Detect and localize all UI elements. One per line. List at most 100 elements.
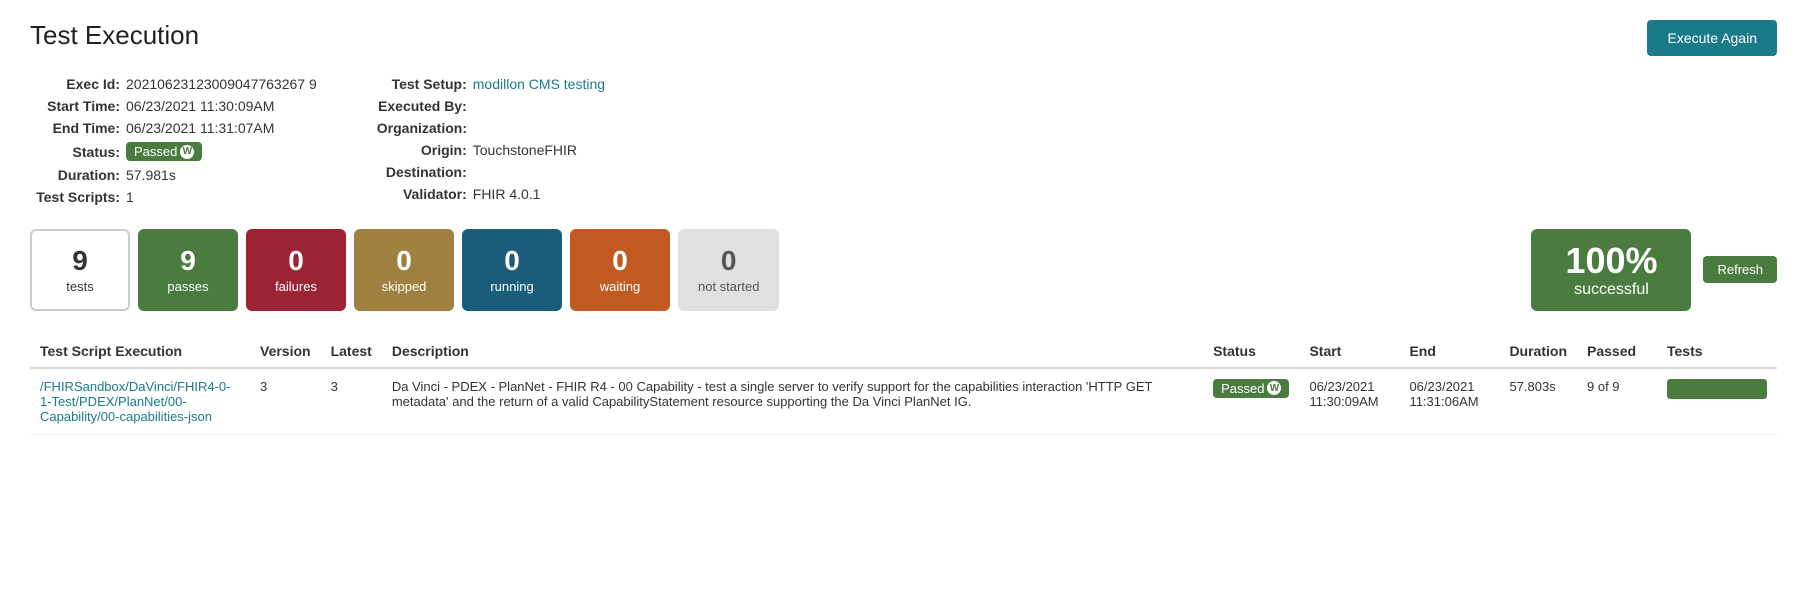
not-started-number: 0 (721, 246, 737, 277)
table-row: /FHIRSandbox/DaVinci/FHIR4-0-1-Test/PDEX… (30, 368, 1777, 435)
meta-col-right: Test Setup: modillon CMS testing Execute… (377, 76, 605, 205)
refresh-button[interactable]: Refresh (1703, 256, 1777, 283)
stat-not-started: 0 not started (678, 229, 779, 311)
table-section: Test Script Execution Version Latest Des… (30, 335, 1777, 435)
executed-by-row: Executed By: (377, 98, 605, 114)
test-scripts-row: Test Scripts: 1 (30, 189, 317, 205)
skipped-label: skipped (382, 279, 427, 294)
failures-number: 0 (288, 246, 304, 277)
origin-label: Origin: (377, 142, 467, 158)
start-time-value: 06/23/2021 11:30:09AM (126, 98, 274, 114)
test-scripts-value: 1 (126, 189, 134, 205)
td-passed: 9 of 9 (1577, 368, 1657, 435)
end-time-value: 06/23/2021 11:31:07AM (126, 120, 274, 136)
w-indicator: W (180, 145, 194, 159)
td-latest: 3 (321, 368, 382, 435)
meta-col-left: Exec Id: 20210623123009047763267 9 Start… (30, 76, 317, 205)
table-header: Test Script Execution Version Latest Des… (30, 335, 1777, 368)
status-badge: Passed W (126, 142, 202, 161)
status-row: Status: Passed W (30, 142, 317, 161)
passes-label: passes (167, 279, 208, 294)
script-link[interactable]: /FHIRSandbox/DaVinci/FHIR4-0-1-Test/PDEX… (40, 379, 231, 424)
duration-row: Duration: 57.981s (30, 167, 317, 183)
test-setup-label: Test Setup: (377, 76, 467, 92)
td-duration: 57.803s (1499, 368, 1577, 435)
stat-skipped: 0 skipped (354, 229, 454, 311)
execute-again-button[interactable]: Execute Again (1647, 20, 1777, 56)
end-time-row: End Time: 06/23/2021 11:31:07AM (30, 120, 317, 136)
stat-running: 0 running (462, 229, 562, 311)
td-end: 06/23/2021 11:31:06AM (1399, 368, 1499, 435)
organization-label: Organization: (377, 120, 467, 136)
destination-label: Destination: (377, 164, 467, 180)
row-status-text: Passed (1221, 381, 1264, 396)
col-header-tests: Tests (1657, 335, 1777, 368)
end-time-label: End Time: (30, 120, 120, 136)
stats-row: 9 tests 9 passes 0 failures 0 skipped 0 … (30, 229, 1777, 311)
progress-bar-container (1667, 379, 1767, 399)
success-label: successful (1574, 281, 1649, 299)
page-title: Test Execution (30, 20, 199, 51)
validator-row: Validator: FHIR 4.0.1 (377, 186, 605, 202)
stat-waiting: 0 waiting (570, 229, 670, 311)
tests-number: 9 (72, 246, 88, 277)
waiting-number: 0 (612, 246, 628, 277)
stat-failures: 0 failures (246, 229, 346, 311)
waiting-label: waiting (600, 279, 640, 294)
col-header-latest: Latest (321, 335, 382, 368)
tests-label: tests (66, 279, 93, 294)
table-body: /FHIRSandbox/DaVinci/FHIR4-0-1-Test/PDEX… (30, 368, 1777, 435)
stat-passes: 9 passes (138, 229, 238, 311)
test-execution-table: Test Script Execution Version Latest Des… (30, 335, 1777, 435)
row-status-badge: Passed W (1213, 379, 1289, 398)
col-header-description: Description (382, 335, 1203, 368)
executed-by-label: Executed By: (377, 98, 467, 114)
validator-value: FHIR 4.0.1 (473, 186, 541, 202)
exec-id-label: Exec Id: (30, 76, 120, 92)
organization-row: Organization: (377, 120, 605, 136)
exec-id-row: Exec Id: 20210623123009047763267 9 (30, 76, 317, 92)
start-time-label: Start Time: (30, 98, 120, 114)
col-header-end: End (1399, 335, 1499, 368)
meta-section: Exec Id: 20210623123009047763267 9 Start… (30, 76, 1777, 205)
not-started-label: not started (698, 279, 759, 294)
start-time-row: Start Time: 06/23/2021 11:30:09AM (30, 98, 317, 114)
duration-value: 57.981s (126, 167, 176, 183)
status-label: Status: (30, 144, 120, 160)
td-start: 06/23/2021 11:30:09AM (1299, 368, 1399, 435)
page-header: Test Execution Execute Again (30, 20, 1777, 56)
td-description: Da Vinci - PDEX - PlanNet - FHIR R4 - 00… (382, 368, 1203, 435)
success-percent: 100% (1565, 241, 1657, 281)
td-version: 3 (250, 368, 321, 435)
stat-tests: 9 tests (30, 229, 130, 311)
status-badge-text: Passed (134, 144, 177, 159)
origin-value: TouchstoneFHIR (473, 142, 577, 158)
success-box: 100% successful (1531, 229, 1691, 311)
test-scripts-label: Test Scripts: (30, 189, 120, 205)
test-setup-link[interactable]: modillon CMS testing (473, 76, 605, 92)
skipped-number: 0 (396, 246, 412, 277)
row-w-indicator: W (1267, 381, 1281, 395)
col-header-duration: Duration (1499, 335, 1577, 368)
validator-label: Validator: (377, 186, 467, 202)
td-status: Passed W (1203, 368, 1299, 435)
col-header-status: Status (1203, 335, 1299, 368)
destination-row: Destination: (377, 164, 605, 180)
passes-number: 9 (180, 246, 196, 277)
col-header-script: Test Script Execution (30, 335, 250, 368)
col-header-start: Start (1299, 335, 1399, 368)
td-tests (1657, 368, 1777, 435)
td-script: /FHIRSandbox/DaVinci/FHIR4-0-1-Test/PDEX… (30, 368, 250, 435)
running-label: running (490, 279, 533, 294)
col-header-passed: Passed (1577, 335, 1657, 368)
table-header-row: Test Script Execution Version Latest Des… (30, 335, 1777, 368)
success-and-refresh: 100% successful Refresh (1531, 229, 1777, 311)
test-setup-row: Test Setup: modillon CMS testing (377, 76, 605, 92)
duration-label: Duration: (30, 167, 120, 183)
origin-row: Origin: TouchstoneFHIR (377, 142, 605, 158)
exec-id-value: 20210623123009047763267 9 (126, 76, 317, 92)
failures-label: failures (275, 279, 317, 294)
col-header-version: Version (250, 335, 321, 368)
progress-bar-fill (1667, 379, 1767, 399)
running-number: 0 (504, 246, 520, 277)
